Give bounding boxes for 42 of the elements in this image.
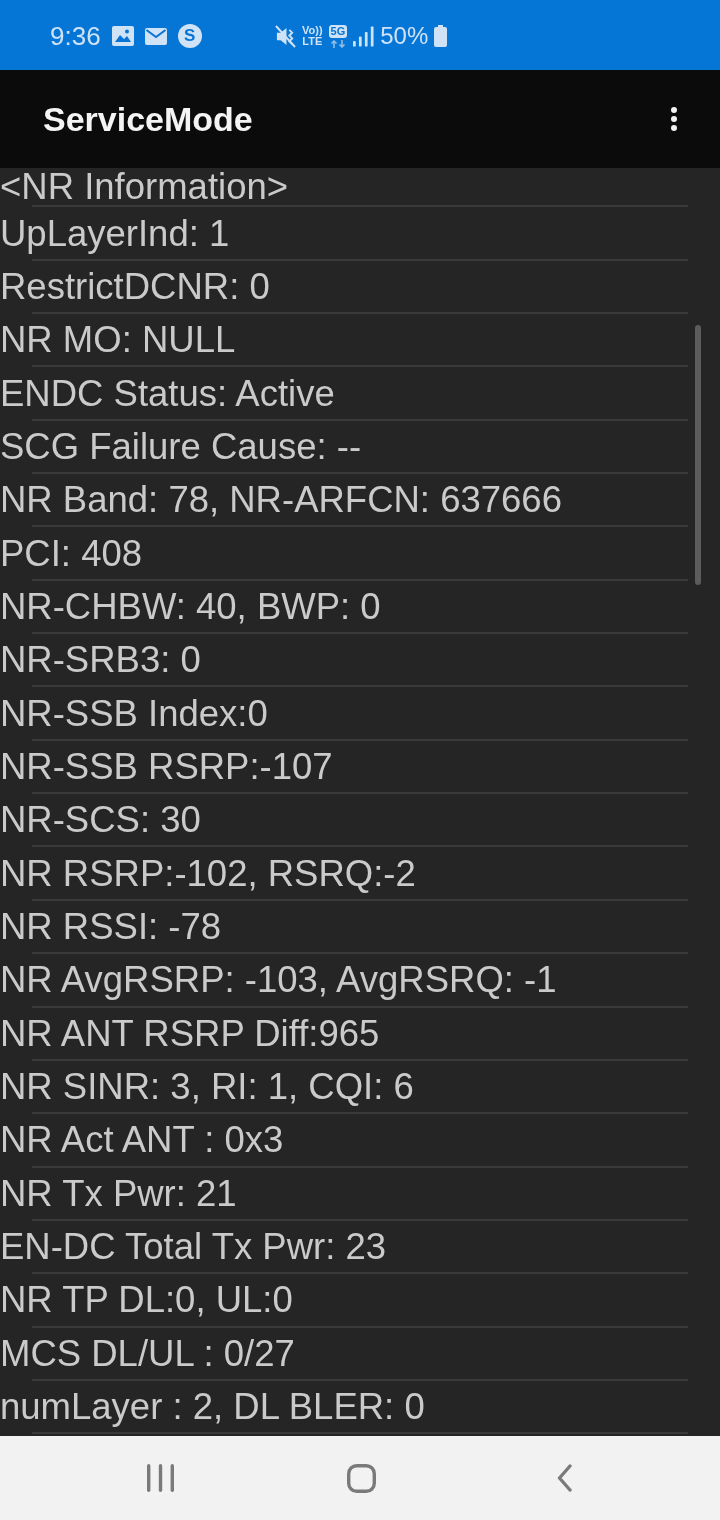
info-line: SCG Failure Cause: -- bbox=[0, 425, 362, 468]
info-line: NR Tx Pwr: 21 bbox=[0, 1172, 237, 1215]
info-line: NR TP DL:0, UL:0 bbox=[0, 1279, 293, 1322]
info-line: NR Act ANT : 0x3 bbox=[0, 1119, 284, 1162]
signal-icon bbox=[353, 25, 375, 47]
back-icon bbox=[556, 1464, 572, 1492]
more-options-icon bbox=[671, 107, 677, 131]
info-line: NR RSRP:-102, RSRQ:-2 bbox=[0, 852, 416, 895]
info-line: PCI: 408 bbox=[0, 532, 143, 575]
info-line: UpLayerInd: 1 bbox=[0, 212, 230, 255]
network-type-label: 5G bbox=[328, 24, 348, 38]
lte-label: LTE bbox=[302, 36, 323, 47]
info-line: NR MO: NULL bbox=[0, 319, 236, 362]
volte-label: Vo)) bbox=[302, 25, 323, 36]
info-line: NR ANT RSRP Diff:965 bbox=[0, 1012, 380, 1055]
info-line: NR Band: 78, NR-ARFCN: 637666 bbox=[0, 479, 562, 522]
mail-icon bbox=[144, 27, 167, 45]
status-time: 9:36 bbox=[50, 21, 101, 51]
info-line: NR-CHBW: 40, BWP: 0 bbox=[0, 585, 381, 628]
app-title: ServiceMode bbox=[43, 99, 253, 139]
info-line: NR-SCS: 30 bbox=[0, 799, 201, 842]
recent-apps-icon bbox=[146, 1464, 174, 1492]
app-badge-icon: S bbox=[177, 24, 202, 48]
info-line: EN-DC Total Tx Pwr: 23 bbox=[0, 1226, 387, 1269]
info-line: NR AvgRSRP: -103, AvgRSRQ: -1 bbox=[0, 959, 557, 1002]
vibrate-mute-icon bbox=[275, 24, 296, 48]
image-icon bbox=[111, 26, 134, 46]
data-arrows-icon bbox=[329, 39, 346, 48]
battery-percent: 50% bbox=[380, 21, 429, 51]
info-line: numLayer : 2, DL BLER: 0 bbox=[0, 1386, 425, 1429]
info-line: MCS DL/UL : 0/27 bbox=[0, 1332, 295, 1375]
home-icon bbox=[346, 1463, 376, 1493]
info-line: RestrictDCNR: 0 bbox=[0, 265, 270, 308]
more-options-button[interactable] bbox=[668, 106, 680, 132]
info-line: NR-SSB RSRP:-107 bbox=[0, 745, 333, 788]
info-line: NR-SRB3: 0 bbox=[0, 639, 201, 682]
info-line: ENDC Status: Active bbox=[0, 372, 335, 415]
info-line: <NR Information> bbox=[0, 168, 289, 205]
info-line: NR RSSI: -78 bbox=[0, 906, 222, 948]
info-line: NR-SSB Index:0 bbox=[0, 692, 268, 735]
battery-icon bbox=[434, 25, 448, 47]
info-line: NR SINR: 3, RI: 1, CQI: 6 bbox=[0, 1066, 414, 1108]
